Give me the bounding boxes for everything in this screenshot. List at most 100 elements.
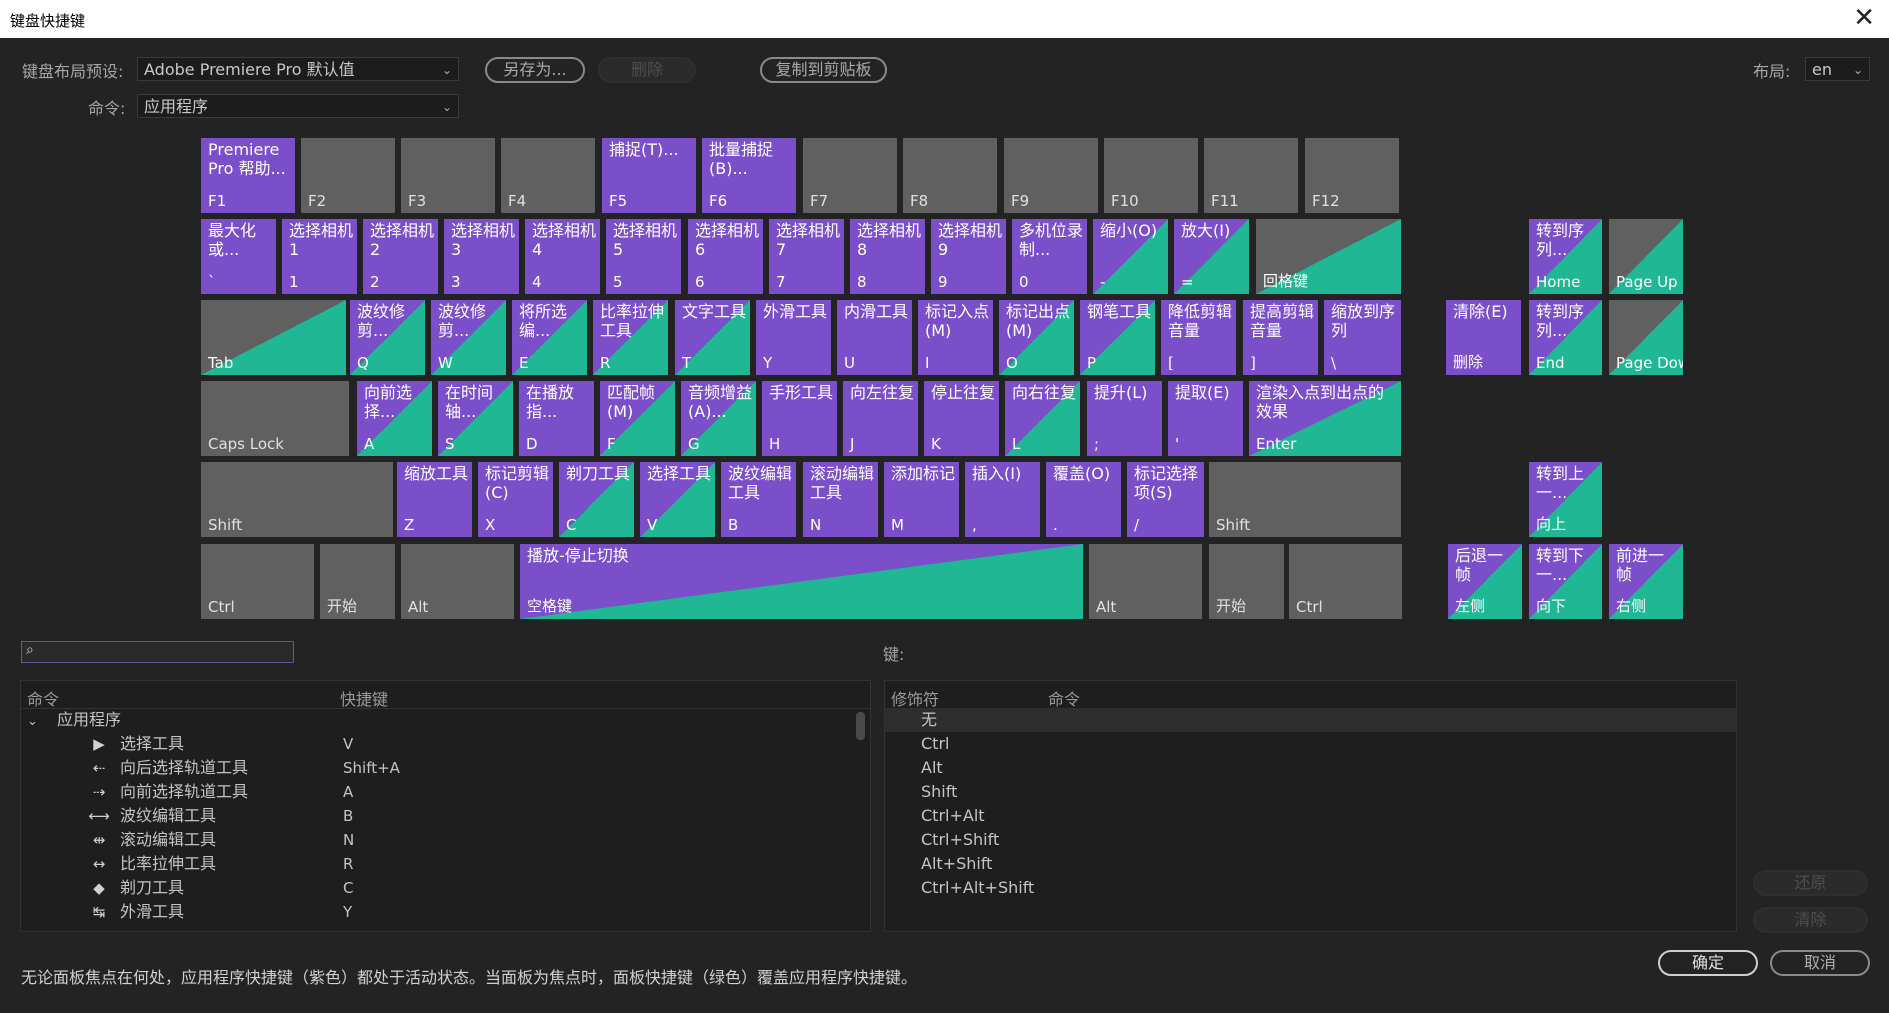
key-x[interactable]: 标记剪辑(C) X: [478, 462, 553, 537]
table-row[interactable]: ⟷ 波纹编辑工具 B: [88, 804, 848, 828]
key-m[interactable]: 添加标记 M: [884, 462, 959, 537]
key-n[interactable]: 滚动编辑工具 N: [803, 462, 878, 537]
key-v[interactable]: 选择工具 V: [640, 462, 715, 537]
table-row[interactable]: ↔ 比率拉伸工具 R: [88, 852, 848, 876]
key-b[interactable]: 波纹编辑工具 B: [721, 462, 796, 537]
key-l[interactable]: 向右往复 L: [1005, 381, 1080, 456]
table-row[interactable]: 无: [885, 708, 1736, 732]
key-n0[interactable]: 多机位录制... 0: [1012, 219, 1087, 294]
key-rctrl[interactable]: Ctrl: [1289, 544, 1402, 619]
key-p[interactable]: 钢笔工具 P: [1080, 300, 1155, 375]
key-n1[interactable]: 选择相机 1 1: [282, 219, 357, 294]
key-lwin[interactable]: 开始: [320, 544, 395, 619]
key-d[interactable]: 在播放指... D: [519, 381, 594, 456]
key-period[interactable]: 覆盖(O).: [1046, 462, 1121, 537]
key-down[interactable]: 转到下一... 向下: [1529, 544, 1602, 619]
table-row[interactable]: Ctrl+Shift: [885, 828, 1736, 852]
chevron-down-icon[interactable]: ⌄: [27, 714, 38, 729]
key-o[interactable]: 标记出点(M) O: [999, 300, 1074, 375]
command-dropdown[interactable]: 应用程序 ⌄: [137, 94, 459, 118]
key-rbracket[interactable]: 提高剪辑音量]: [1243, 300, 1318, 375]
key-quote[interactable]: 提取(E) ': [1168, 381, 1243, 456]
layout-dropdown[interactable]: en ⌄: [1805, 57, 1870, 81]
key-e[interactable]: 将所选编... E: [512, 300, 587, 375]
key-equal[interactable]: 放大(I) =: [1174, 219, 1249, 294]
key-f7[interactable]: F7: [803, 138, 897, 213]
key-f[interactable]: 匹配帧(M) F: [600, 381, 675, 456]
key-lbracket[interactable]: 降低剪辑音量 [: [1161, 300, 1236, 375]
key-f9[interactable]: F9: [1004, 138, 1098, 213]
key-f2[interactable]: F2: [301, 138, 395, 213]
key-j[interactable]: 向左往复 J: [843, 381, 918, 456]
key-ralt[interactable]: Alt: [1089, 544, 1202, 619]
key-n4[interactable]: 选择相机 4 4: [525, 219, 600, 294]
key-grave[interactable]: 最大化或... `: [201, 219, 276, 294]
close-icon[interactable]: ✕: [1853, 4, 1875, 32]
key-left[interactable]: 后退一帧 左侧: [1448, 544, 1522, 619]
group-row[interactable]: ⌄ 应用程序: [27, 708, 121, 732]
key-n8[interactable]: 选择相机 8 8: [850, 219, 925, 294]
key-f6[interactable]: 批量捕捉(B)... F6: [702, 138, 796, 213]
key-rwin[interactable]: 开始: [1209, 544, 1284, 619]
table-row[interactable]: Ctrl: [885, 732, 1736, 756]
clear-button[interactable]: 清除: [1753, 907, 1868, 933]
key-right[interactable]: 前进一帧 右侧: [1609, 544, 1683, 619]
key-g[interactable]: 音频增益(A)... G: [681, 381, 756, 456]
key-lshift[interactable]: Shift: [201, 462, 393, 537]
key-z[interactable]: 缩放工具 Z: [397, 462, 472, 537]
key-f4[interactable]: F4: [501, 138, 595, 213]
key-pagedown[interactable]: Page Down: [1609, 300, 1683, 375]
key-home[interactable]: 转到序列... Home: [1529, 219, 1602, 294]
key-n5[interactable]: 选择相机 5 5: [606, 219, 681, 294]
key-i[interactable]: 标记入点(M) I: [918, 300, 993, 375]
list-scrollbar[interactable]: [856, 712, 865, 740]
key-h[interactable]: 手形工具 H: [762, 381, 837, 456]
key-end[interactable]: 转到序列... End: [1529, 300, 1602, 375]
key-semicolon[interactable]: 提升(L);: [1087, 381, 1162, 456]
key-n9[interactable]: 选择相机 9 9: [931, 219, 1006, 294]
search-input[interactable]: ⌕: [21, 641, 294, 663]
key-f1[interactable]: Premiere Pro 帮助... F1: [201, 138, 295, 213]
table-row[interactable]: Shift: [885, 780, 1736, 804]
key-s[interactable]: 在时间轴... S: [438, 381, 513, 456]
key-w[interactable]: 波纹修剪... W: [431, 300, 506, 375]
table-row[interactable]: ↹ 外滑工具 Y: [88, 900, 848, 924]
key-c[interactable]: 剃刀工具 C: [559, 462, 634, 537]
preset-dropdown[interactable]: Adobe Premiere Pro 默认值 ⌄: [137, 57, 459, 81]
key-tab[interactable]: Tab: [201, 300, 346, 375]
table-row[interactable]: ◆ 剃刀工具 C: [88, 876, 848, 900]
copy-to-clipboard-button[interactable]: 复制到剪贴板: [760, 57, 887, 83]
key-n3[interactable]: 选择相机 3 3: [444, 219, 519, 294]
key-caps[interactable]: Caps Lock: [201, 381, 349, 456]
key-del[interactable]: 清除(E) 删除: [1446, 300, 1521, 375]
delete-button[interactable]: 删除: [598, 57, 696, 83]
key-up[interactable]: 转到上一... 向上: [1529, 462, 1602, 537]
undo-button[interactable]: 还原: [1753, 870, 1868, 896]
key-n6[interactable]: 选择相机 6 6: [688, 219, 763, 294]
key-lctrl[interactable]: Ctrl: [201, 544, 314, 619]
ok-button[interactable]: 确定: [1658, 950, 1758, 976]
key-minus[interactable]: 缩小(O) -: [1093, 219, 1168, 294]
key-rshift[interactable]: Shift: [1209, 462, 1401, 537]
key-backslash[interactable]: 缩放到序列 \: [1324, 300, 1401, 375]
key-f3[interactable]: F3: [401, 138, 495, 213]
key-k[interactable]: 停止往复 K: [924, 381, 999, 456]
key-enter[interactable]: 渲染入点到出点的效果 Enter: [1249, 381, 1401, 456]
table-row[interactable]: ▶ 选择工具 V: [88, 732, 848, 756]
table-row[interactable]: ⇹ 滚动编辑工具 N: [88, 828, 848, 852]
key-t[interactable]: 文字工具 T: [675, 300, 750, 375]
key-f12[interactable]: F12: [1305, 138, 1399, 213]
table-row[interactable]: Alt: [885, 756, 1736, 780]
key-f10[interactable]: F10: [1104, 138, 1198, 213]
key-r[interactable]: 比率拉伸工具 R: [593, 300, 668, 375]
key-q[interactable]: 波纹修剪... Q: [350, 300, 425, 375]
key-a[interactable]: 向前选择... A: [357, 381, 432, 456]
table-row[interactable]: Ctrl+Alt+Shift: [885, 876, 1736, 900]
key-f5[interactable]: 捕捉(T)... F5: [602, 138, 696, 213]
key-lalt[interactable]: Alt: [401, 544, 514, 619]
key-y[interactable]: 外滑工具 Y: [756, 300, 831, 375]
table-row[interactable]: ⇠ 向后选择轨道工具 Shift+A: [88, 756, 848, 780]
key-n2[interactable]: 选择相机 2 2: [363, 219, 438, 294]
table-row[interactable]: Ctrl+Alt: [885, 804, 1736, 828]
key-n7[interactable]: 选择相机 7 7: [769, 219, 844, 294]
